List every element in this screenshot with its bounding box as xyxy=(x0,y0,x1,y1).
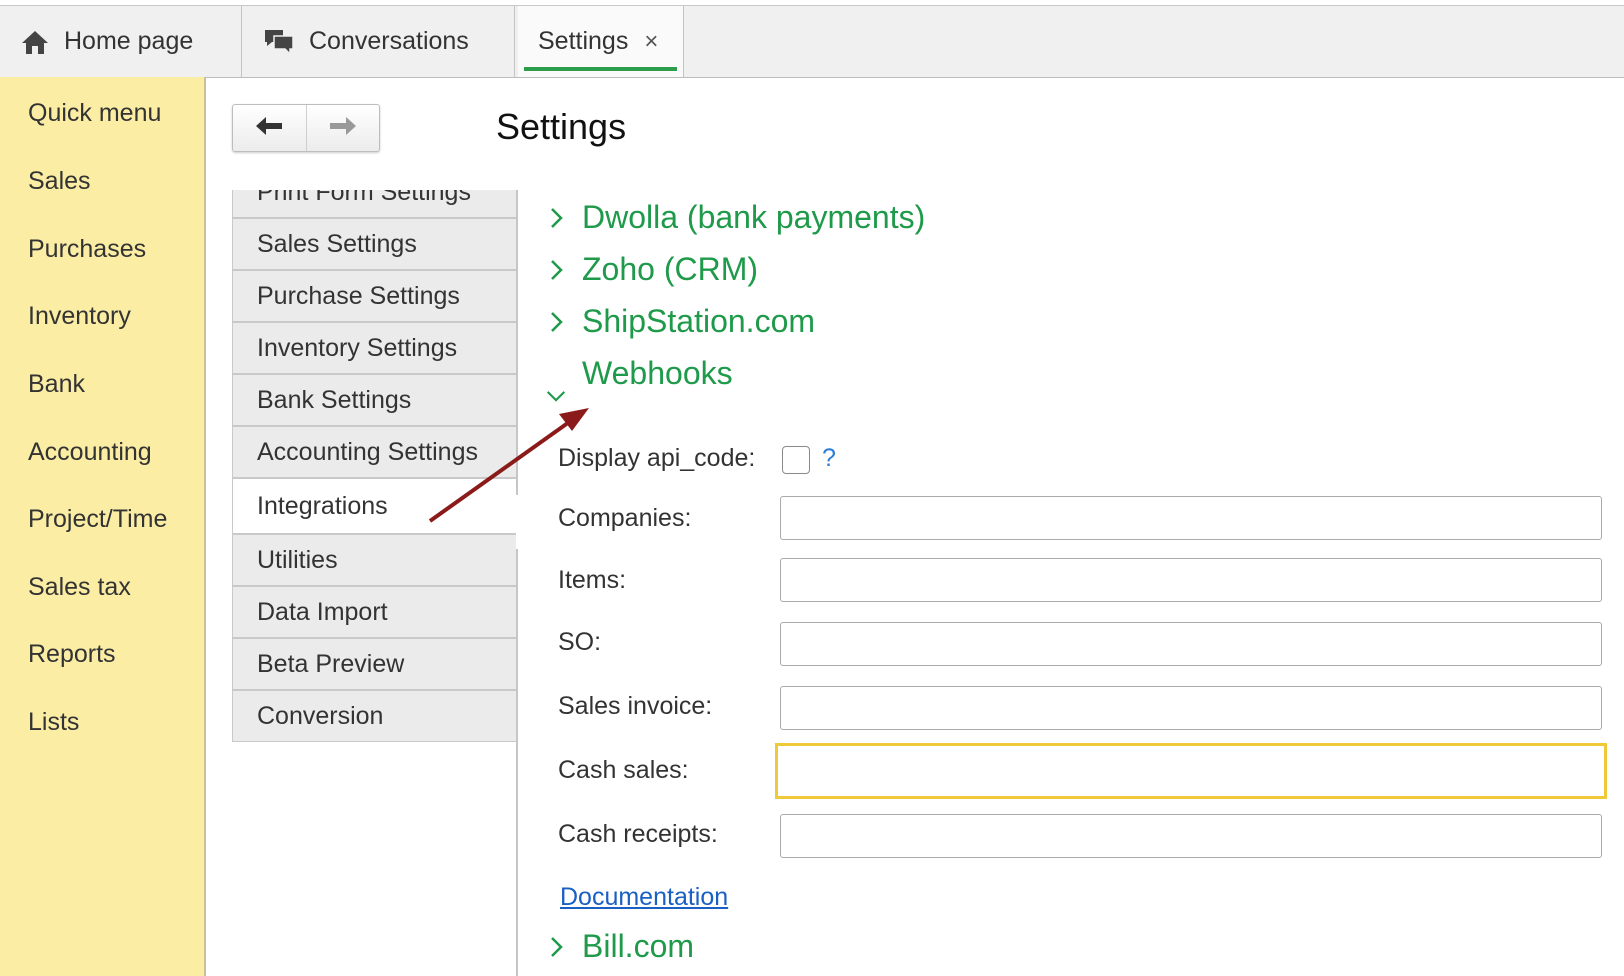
sidebar-item-lists[interactable]: Lists xyxy=(28,708,79,737)
sales-invoice-input[interactable] xyxy=(780,686,1602,730)
cash-receipts-label: Cash receipts: xyxy=(558,820,718,848)
section-shipstation[interactable]: ShipStation.com xyxy=(546,303,815,340)
home-icon xyxy=(20,29,50,55)
cash-receipts-input[interactable] xyxy=(780,814,1602,858)
sidebar-item-inventory[interactable]: Inventory xyxy=(28,302,131,331)
so-label: SO: xyxy=(558,628,602,656)
sidebar-item-quick-menu[interactable]: Quick menu xyxy=(28,99,161,128)
content-divider xyxy=(516,190,518,976)
so-input[interactable] xyxy=(780,622,1602,666)
tab-conversations-label: Conversations xyxy=(309,27,469,55)
active-tab-indicator xyxy=(524,67,677,71)
companies-input[interactable] xyxy=(780,496,1602,540)
section-webhooks[interactable]: Webhooks xyxy=(546,355,733,402)
items-input[interactable] xyxy=(780,558,1602,602)
section-zoho[interactable]: Zoho (CRM) xyxy=(546,251,758,288)
settings-item-beta-preview[interactable]: Beta Preview xyxy=(232,638,516,690)
cash-sales-input[interactable] xyxy=(775,743,1607,799)
sidebar-item-reports[interactable]: Reports xyxy=(28,640,116,669)
section-bill-com-label: Bill.com xyxy=(582,928,695,964)
tab-conversations[interactable]: Conversations xyxy=(243,6,515,77)
close-icon[interactable]: × xyxy=(644,28,658,56)
chevron-down-icon xyxy=(546,386,566,406)
tab-home-page[interactable]: Home page xyxy=(0,6,242,77)
sidebar-item-purchases[interactable]: Purchases xyxy=(28,235,146,264)
documentation-link[interactable]: Documentation xyxy=(560,883,728,912)
sidebar-item-project-time[interactable]: Project/Time xyxy=(28,505,167,534)
display-api-code-checkbox[interactable] xyxy=(782,446,810,474)
help-icon[interactable]: ? xyxy=(822,444,836,473)
cash-sales-label: Cash sales: xyxy=(558,756,689,784)
top-tab-bar: Home page Conversations Settings × xyxy=(0,5,1624,78)
active-item-gap xyxy=(516,495,518,549)
section-webhooks-label: Webhooks xyxy=(582,355,733,391)
settings-item-data-import[interactable]: Data Import xyxy=(232,586,516,638)
sidebar-item-bank[interactable]: Bank xyxy=(28,370,85,399)
companies-label: Companies: xyxy=(558,504,692,532)
settings-item-inventory[interactable]: Inventory Settings xyxy=(232,322,516,374)
tab-settings[interactable]: Settings × xyxy=(518,6,684,77)
settings-item-utilities[interactable]: Utilities xyxy=(232,534,516,586)
display-api-code-label: Display api_code: xyxy=(558,444,756,472)
settings-item-integrations[interactable]: Integrations xyxy=(232,478,516,534)
settings-menu: Print Form Settings Sales Settings Purch… xyxy=(232,190,516,976)
forward-button[interactable] xyxy=(305,105,380,151)
arrow-left-icon xyxy=(254,114,284,143)
chevron-right-icon xyxy=(546,207,566,228)
chat-bubbles-icon xyxy=(263,27,295,57)
chevron-right-icon xyxy=(546,259,566,280)
sidebar-item-sales-tax[interactable]: Sales tax xyxy=(28,573,131,602)
settings-item-accounting[interactable]: Accounting Settings xyxy=(232,426,516,478)
sales-invoice-label: Sales invoice: xyxy=(558,692,713,720)
chevron-right-icon xyxy=(546,311,566,332)
tab-settings-label: Settings xyxy=(538,27,629,55)
settings-item-conversion[interactable]: Conversion xyxy=(232,690,516,742)
back-button[interactable] xyxy=(233,105,306,151)
items-label: Items: xyxy=(558,566,627,594)
settings-item-bank[interactable]: Bank Settings xyxy=(232,374,516,426)
settings-item-sales[interactable]: Sales Settings xyxy=(232,218,516,270)
chevron-right-icon xyxy=(546,936,566,957)
main-sidebar: Quick menu Sales Purchases Inventory Ban… xyxy=(0,77,206,976)
arrow-right-icon xyxy=(328,114,358,143)
settings-item-print-form[interactable]: Print Form Settings xyxy=(232,190,516,218)
section-shipstation-label: ShipStation.com xyxy=(582,303,816,339)
section-bill-com[interactable]: Bill.com xyxy=(546,928,694,965)
history-nav xyxy=(232,104,380,152)
page-title: Settings xyxy=(496,106,627,147)
sidebar-item-sales[interactable]: Sales xyxy=(28,167,91,196)
section-dwolla-label: Dwolla (bank payments) xyxy=(582,199,926,235)
section-dwolla[interactable]: Dwolla (bank payments) xyxy=(546,199,925,236)
tab-home-label: Home page xyxy=(64,27,194,55)
settings-item-purchase[interactable]: Purchase Settings xyxy=(232,270,516,322)
section-zoho-label: Zoho (CRM) xyxy=(582,251,759,287)
sidebar-item-accounting[interactable]: Accounting xyxy=(28,438,152,467)
